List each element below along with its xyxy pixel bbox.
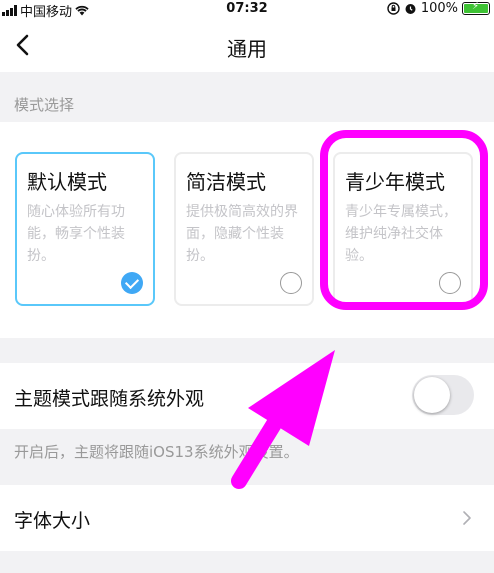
status-bar: 中国移动 07:32 100% ⚡ xyxy=(0,0,494,20)
theme-follow-row: 主题模式跟随系统外观 xyxy=(0,363,494,429)
mode-card-teen[interactable]: 青少年模式 青少年专属模式，维护纯净社交体验。 xyxy=(333,152,473,306)
page-title: 通用 xyxy=(227,37,267,61)
font-size-label: 字体大小 xyxy=(14,510,91,532)
section-label-mode: 模式选择 xyxy=(14,96,75,114)
navigation-bar: 通用 xyxy=(0,18,494,72)
mode-card-title: 简洁模式 xyxy=(186,170,266,194)
battery-charging-icon: ⚡ xyxy=(462,1,490,15)
theme-follow-label: 主题模式跟随系统外观 xyxy=(14,388,205,410)
mode-card-description: 随心体验所有功能，畅享个性装扮。 xyxy=(27,204,125,264)
theme-follow-hint: 开启后，主题将跟随iOS13系统外观设置。 xyxy=(14,443,299,461)
orientation-lock-icon xyxy=(387,2,400,15)
mode-card-description: 青少年专属模式，维护纯净社交体验。 xyxy=(345,204,457,264)
radio-circle-icon xyxy=(280,272,302,294)
mode-card-simple[interactable]: 简洁模式 提供极简高效的界面，隐藏个性装扮。 xyxy=(174,152,314,306)
toggle-knob xyxy=(414,377,450,413)
mode-card-title: 默认模式 xyxy=(27,170,107,194)
mode-card-description: 提供极简高效的界面，隐藏个性装扮。 xyxy=(186,204,298,264)
battery-percent: 100% xyxy=(420,1,458,16)
font-size-row[interactable]: 字体大小 xyxy=(0,485,494,551)
radio-circle-icon xyxy=(439,272,461,294)
mode-card-title: 青少年模式 xyxy=(345,170,445,194)
theme-follow-toggle[interactable] xyxy=(412,375,474,415)
mode-panel: 默认模式 随心体验所有功能，畅享个性装扮。 简洁模式 提供极简高效的界面，隐藏个… xyxy=(0,122,494,338)
alarm-icon xyxy=(405,4,416,14)
chevron-right-icon xyxy=(463,511,471,525)
mode-card-default[interactable]: 默认模式 随心体验所有功能，畅享个性装扮。 xyxy=(15,152,155,306)
check-circle-icon xyxy=(121,272,143,294)
